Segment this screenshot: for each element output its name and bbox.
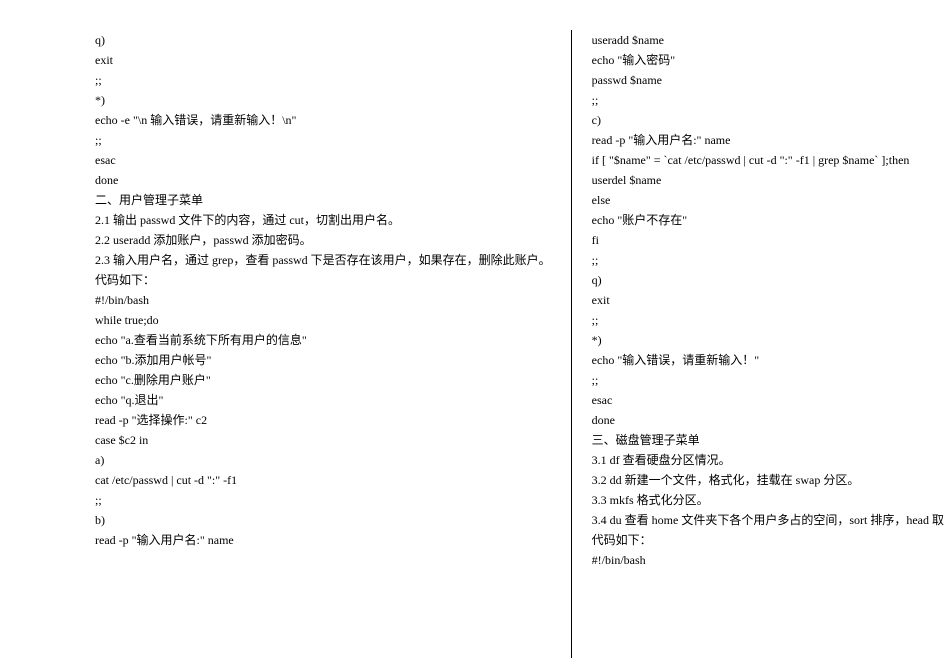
code-line: ;; — [592, 370, 945, 390]
code-line: exit — [95, 50, 551, 70]
text-line: 代码如下： — [592, 530, 945, 550]
code-line: esac — [95, 150, 551, 170]
code-line: q) — [592, 270, 945, 290]
code-line: cat /etc/passwd | cut -d ":" -f1 — [95, 470, 551, 490]
text-line: 3.3 mkfs 格式化分区。 — [592, 490, 945, 510]
code-line: esac — [592, 390, 945, 410]
text-line: 2.1 输出 passwd 文件下的内容，通过 cut，切割出用户名。 — [95, 210, 551, 230]
code-line: read -p "输入用户名:" name — [592, 130, 945, 150]
code-line: #!/bin/bash — [592, 550, 945, 570]
code-line: *) — [95, 90, 551, 110]
code-line: echo "c.删除用户账户" — [95, 370, 551, 390]
section-heading: 三、磁盘管理子菜单 — [592, 430, 945, 450]
text-line: 3.1 df 查看硬盘分区情况。 — [592, 450, 945, 470]
code-line: q) — [95, 30, 551, 50]
code-line: *) — [592, 330, 945, 350]
code-line: echo "q.退出" — [95, 390, 551, 410]
code-line: read -p "输入用户名:" name — [95, 530, 551, 550]
text-line: 2.3 输入用户名，通过 grep，查看 passwd 下是否存在该用户，如果存… — [95, 250, 551, 270]
text-line: 代码如下： — [95, 270, 551, 290]
code-line: echo "b.添加用户帐号" — [95, 350, 551, 370]
code-line: ;; — [592, 310, 945, 330]
code-line: ;; — [592, 250, 945, 270]
code-line: echo "输入错误，请重新输入！" — [592, 350, 945, 370]
code-line: useradd $name — [592, 30, 945, 50]
code-line: ;; — [95, 130, 551, 150]
text-line: 3.2 dd 新建一个文件，格式化，挂载在 swap 分区。 — [592, 470, 945, 490]
code-line: #!/bin/bash — [95, 290, 551, 310]
code-line: a) — [95, 450, 551, 470]
code-line: ;; — [592, 90, 945, 110]
code-line: done — [95, 170, 551, 190]
code-line: echo -e "\n 输入错误，请重新输入！\n" — [95, 110, 551, 130]
document-page: q) exit ;; *) echo -e "\n 输入错误，请重新输入！\n"… — [0, 0, 945, 668]
code-line: while true;do — [95, 310, 551, 330]
section-heading: 二、用户管理子菜单 — [95, 190, 551, 210]
code-line: b) — [95, 510, 551, 530]
code-line: echo "账户不存在" — [592, 210, 945, 230]
code-line: passwd $name — [592, 70, 945, 90]
code-line: case $c2 in — [95, 430, 551, 450]
code-line: read -p "选择操作:" c2 — [95, 410, 551, 430]
code-line: fi — [592, 230, 945, 250]
code-line: done — [592, 410, 945, 430]
code-line: else — [592, 190, 945, 210]
code-line: echo "输入密码" — [592, 50, 945, 70]
text-line: 3.4 du 查看 home 文件夹下各个用户多占的空间，sort 排序，hea… — [592, 510, 945, 530]
text-line: 2.2 useradd 添加账户，passwd 添加密码。 — [95, 230, 551, 250]
code-line: exit — [592, 290, 945, 310]
code-line: if [ "$name" = `cat /etc/passwd | cut -d… — [592, 150, 945, 170]
code-line: c) — [592, 110, 945, 130]
right-column: useradd $name echo "输入密码" passwd $name ;… — [572, 30, 945, 658]
code-line: echo "a.查看当前系统下所有用户的信息" — [95, 330, 551, 350]
left-column: q) exit ;; *) echo -e "\n 输入错误，请重新输入！\n"… — [95, 30, 572, 658]
code-line: ;; — [95, 490, 551, 510]
code-line: userdel $name — [592, 170, 945, 190]
code-line: ;; — [95, 70, 551, 90]
